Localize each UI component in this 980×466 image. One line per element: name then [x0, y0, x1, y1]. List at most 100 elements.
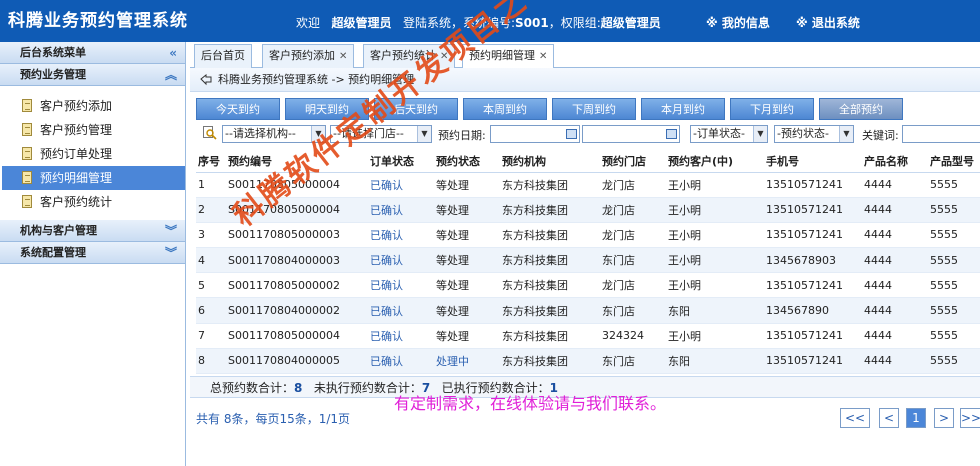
prev-page-button[interactable]: <: [879, 408, 899, 428]
user-name: 超级管理员: [331, 16, 392, 30]
close-icon[interactable]: ✕: [539, 51, 547, 62]
table-cell: 2: [196, 197, 226, 223]
col-header[interactable]: 手机号: [764, 150, 862, 173]
calendar-icon[interactable]: [566, 129, 577, 139]
col-header[interactable]: 序号: [196, 150, 226, 173]
my-info-link[interactable]: ※ 我的信息: [706, 14, 770, 31]
table-cell: 5555: [928, 222, 980, 249]
filter-next-month[interactable]: 下月到约: [730, 98, 814, 120]
tab-home[interactable]: 后台首页: [194, 44, 252, 68]
system-number: S001: [514, 16, 549, 30]
org-select-value: --请选择机构--: [225, 127, 296, 140]
sidebar-section-org-customer[interactable]: 机构与客户管理 ︾: [0, 220, 185, 242]
sidebar-title[interactable]: 后台系统菜单 «: [0, 42, 185, 64]
col-header[interactable]: 预约编号: [226, 150, 368, 173]
table-header-row: 序号 预约编号 订单状态 预约状态 预约机构 预约门店 预约客户(中) 手机号 …: [196, 150, 980, 173]
keyword-label: 关键词:: [862, 129, 899, 142]
sidebar-item-appointment-stats[interactable]: 客户预约统计: [2, 190, 185, 214]
col-header[interactable]: 产品型号: [928, 150, 980, 173]
table-cell: 4: [196, 247, 226, 274]
sidebar-item-label: 预约明细管理: [40, 171, 113, 185]
table-cell: 龙门店: [600, 172, 666, 198]
table-cell: 134567890: [764, 297, 862, 324]
first-page-button[interactable]: <<: [840, 408, 870, 428]
last-page-button[interactable]: >>: [960, 408, 980, 428]
sidebar-item-order-processing[interactable]: 预约订单处理: [2, 142, 185, 166]
login-info: 欢迎 超级管理员 登陆系统，系统编号:S001，权限组:超级管理员: [296, 14, 661, 31]
table-row[interactable]: 8 S001170804000005 已确认 处理中 东方科技集团 东门店 东阳 135105…: [196, 348, 980, 375]
table-cell: 等处理: [434, 172, 500, 198]
date-end-input[interactable]: [582, 125, 680, 143]
table-row[interactable]: 1 S001170805000004 已确认 等处理 东方科技集团 龙门店 王小明 13510…: [196, 172, 980, 198]
filter-this-week[interactable]: 本周到约: [463, 98, 547, 120]
sidebar-item-label: 客户预约添加: [40, 99, 113, 113]
next-page-button[interactable]: >: [934, 408, 954, 428]
table-cell: S001170804000002: [226, 297, 368, 324]
col-header[interactable]: 订单状态: [368, 150, 434, 173]
col-header[interactable]: 预约门店: [600, 150, 666, 173]
table-cell: 已确认: [368, 197, 434, 223]
sidebar-item-appointment-details[interactable]: 预约明细管理: [2, 166, 185, 190]
tab-bar: 后台首页 客户预约添加 ✕ 客户预约统计 ✕ 预约明细管理 ✕: [190, 42, 980, 69]
table-row[interactable]: 2 S001170805000004 已确认 等处理 东方科技集团 龙门店 王小明 13510…: [196, 197, 980, 223]
table-row[interactable]: 7 S001170805000004 已确认 等处理 东方科技集团 324324 王小明 13…: [196, 323, 980, 349]
table-row[interactable]: 4 S001170804000003 已确认 等处理 东方科技集团 东门店 王小明 13456…: [196, 247, 980, 274]
chevron-up-icon[interactable]: ︽: [165, 64, 177, 86]
user-role: 超级管理员: [600, 16, 661, 30]
tab-label: 后台首页: [201, 49, 245, 62]
table-cell: 4444: [862, 348, 928, 375]
col-header[interactable]: 预约机构: [500, 150, 600, 173]
table-cell: 东方科技集团: [500, 323, 600, 349]
store-select[interactable]: --请选择门店-- ▼: [330, 125, 432, 143]
filter-day-after[interactable]: 后天到约: [374, 98, 458, 120]
close-icon[interactable]: ✕: [440, 51, 448, 62]
table-row[interactable]: 6 S001170804000002 已确认 等处理 东方科技集团 东门店 东阳 134567…: [196, 297, 980, 324]
sidebar-item-label: 客户预约管理: [40, 123, 113, 137]
appointment-status-select[interactable]: -预约状态- ▼: [774, 125, 854, 143]
filter-this-month[interactable]: 本月到约: [641, 98, 725, 120]
sidebar-section-label: 系统配置管理: [20, 246, 86, 259]
table-cell: 5555: [928, 197, 980, 223]
filter-today[interactable]: 今天到约: [196, 98, 280, 120]
order-status-select[interactable]: -订单状态- ▼: [690, 125, 768, 143]
collapse-left-icon[interactable]: «: [169, 42, 177, 64]
table-cell: 王小明: [666, 172, 764, 198]
tab-appointment-details[interactable]: 预约明细管理 ✕: [462, 44, 555, 69]
logout-link[interactable]: ※ 退出系统: [796, 14, 860, 31]
tab-add-appointment[interactable]: 客户预约添加 ✕: [262, 44, 355, 68]
table-cell: 13510571241: [764, 222, 862, 249]
sidebar-item-add-appointment[interactable]: 客户预约添加: [2, 94, 185, 118]
col-header[interactable]: 产品名称: [862, 150, 928, 173]
sidebar-section-appointment[interactable]: 预约业务管理 ︽: [0, 64, 185, 86]
table-cell: 龙门店: [600, 272, 666, 299]
table-cell: 4444: [862, 222, 928, 249]
sidebar-section-system-config[interactable]: 系统配置管理 ︾: [0, 242, 185, 264]
table-cell: 5555: [928, 323, 980, 349]
table-cell: 8: [196, 348, 226, 375]
sidebar-item-manage-appointment[interactable]: 客户预约管理: [2, 118, 185, 142]
date-start-input[interactable]: [490, 125, 580, 143]
table-cell: 3: [196, 222, 226, 249]
table-cell: 1: [196, 172, 226, 198]
col-header[interactable]: 预约状态: [434, 150, 500, 173]
table-cell: S001170804000003: [226, 247, 368, 274]
table-row[interactable]: 5 S001170805000002 已确认 等处理 东方科技集团 龙门店 王小明 13510…: [196, 272, 980, 299]
table-cell: 东方科技集团: [500, 172, 600, 198]
login-text: 登陆系统，系统编号:: [402, 16, 515, 30]
filter-tomorrow[interactable]: 明天到约: [285, 98, 369, 120]
keyword-input[interactable]: [902, 125, 980, 143]
tab-appointment-stats[interactable]: 客户预约统计 ✕: [363, 44, 456, 68]
filter-next-week[interactable]: 下周到约: [552, 98, 636, 120]
chevron-down-icon[interactable]: ︾: [165, 220, 177, 242]
close-icon[interactable]: ✕: [339, 51, 347, 62]
current-page-button[interactable]: 1: [906, 408, 926, 428]
table-row[interactable]: 3 S001170805000003 已确认 等处理 东方科技集团 龙门店 王小明 13510…: [196, 222, 980, 249]
sidebar-item-label: 预约订单处理: [40, 147, 113, 161]
sidebar-item-label: 客户预约统计: [40, 195, 113, 209]
calendar-icon[interactable]: [666, 129, 677, 139]
col-header[interactable]: 预约客户(中): [666, 150, 764, 173]
org-select[interactable]: --请选择机构-- ▼: [222, 125, 326, 143]
filter-all[interactable]: 全部预约: [819, 98, 903, 120]
chevron-down-icon[interactable]: ︾: [165, 242, 177, 264]
sidebar-title-label: 后台系统菜单: [20, 46, 86, 59]
